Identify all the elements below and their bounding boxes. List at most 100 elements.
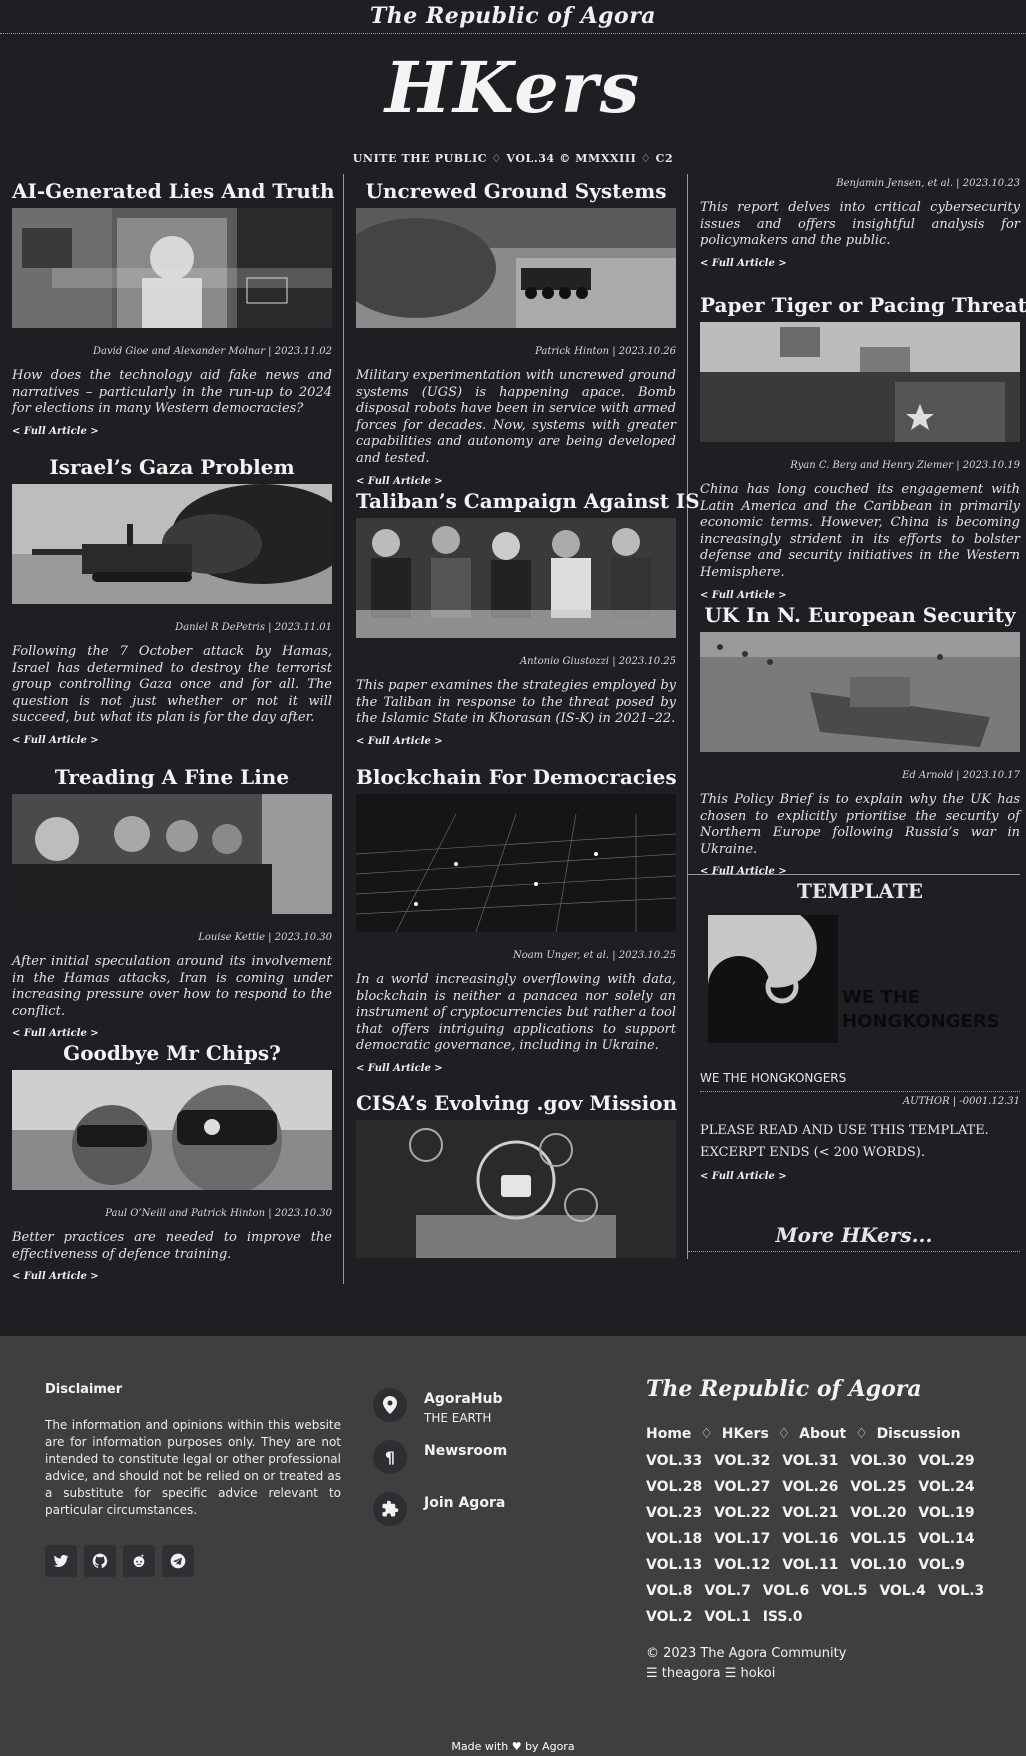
- article-title[interactable]: Uncrewed Ground Systems: [356, 174, 676, 208]
- full-article-link[interactable]: < Full Article >: [700, 258, 787, 269]
- article-image[interactable]: [700, 322, 1020, 442]
- made-with-credit: Made with ♥ by Agora: [451, 1740, 575, 1753]
- nav-separator: ♢: [855, 1426, 868, 1442]
- volume-link[interactable]: ISS.0: [763, 1609, 803, 1625]
- volume-link[interactable]: VOL.5: [821, 1583, 867, 1599]
- article-title[interactable]: Treading A Fine Line: [12, 760, 332, 794]
- volume-link[interactable]: VOL.14: [918, 1531, 974, 1547]
- full-article-link[interactable]: < Full Article >: [700, 866, 787, 877]
- template-title[interactable]: TEMPLATE: [700, 875, 1020, 907]
- nav-hkers-link[interactable]: HKers: [722, 1426, 769, 1442]
- volume-link[interactable]: VOL.30: [850, 1453, 906, 1469]
- volume-link[interactable]: VOL.1: [704, 1609, 750, 1625]
- article-card: Paper Tiger or Pacing Threat? Ryan C. Be…: [700, 288, 1026, 601]
- site-title[interactable]: The Republic of Agora: [370, 3, 656, 29]
- volume-link[interactable]: VOL.8: [646, 1583, 692, 1599]
- footer-links: AgoraHub THE EARTH ¶ Newsroom Join Agora: [373, 1388, 623, 1544]
- volume-link[interactable]: VOL.18: [646, 1531, 702, 1547]
- article-image[interactable]: [12, 1070, 332, 1190]
- more-hkers-link[interactable]: More HKers...: [688, 1218, 1020, 1252]
- twitter-icon[interactable]: [45, 1545, 77, 1577]
- template-card: TEMPLATE WE THE HONGKONGERS WE THE HONGK…: [688, 874, 1020, 1214]
- article-byline: Benjamin Jensen, et al. | 2023.10.23: [836, 178, 1020, 189]
- full-article-link[interactable]: < Full Article >: [700, 1171, 787, 1182]
- volume-link[interactable]: VOL.29: [918, 1453, 974, 1469]
- article-byline: Patrick Hinton | 2023.10.26: [535, 346, 676, 357]
- divider: [700, 1091, 1020, 1092]
- footer: Disclaimer The information and opinions …: [0, 1336, 1026, 1756]
- volume-link[interactable]: VOL.11: [782, 1557, 838, 1573]
- volume-link[interactable]: VOL.6: [763, 1583, 809, 1599]
- article-image[interactable]: [356, 794, 676, 932]
- nav-home-link[interactable]: Home: [646, 1426, 691, 1442]
- volume-link[interactable]: VOL.13: [646, 1557, 702, 1573]
- volume-link[interactable]: VOL.17: [714, 1531, 770, 1547]
- article-title[interactable]: Paper Tiger or Pacing Threat?: [700, 288, 1026, 322]
- template-image[interactable]: WE THE HONGKONGERS: [700, 907, 1020, 1057]
- article-summary: China has long couched its engagement wi…: [700, 482, 1020, 580]
- volume-link[interactable]: VOL.33: [646, 1453, 702, 1469]
- full-article-link[interactable]: < Full Article >: [12, 426, 99, 437]
- agorahub-link[interactable]: AgoraHub THE EARTH: [373, 1388, 623, 1440]
- volume-link[interactable]: VOL.2: [646, 1609, 692, 1625]
- telegram-icon[interactable]: [162, 1545, 194, 1577]
- volume-link[interactable]: VOL.9: [918, 1557, 964, 1573]
- newsroom-link[interactable]: ¶ Newsroom: [373, 1440, 623, 1492]
- article-title[interactable]: UK In N. European Security: [700, 598, 1020, 632]
- article-summary: This report delves into critical cyberse…: [700, 200, 1020, 249]
- volume-link[interactable]: VOL.27: [714, 1479, 770, 1495]
- footer-brand[interactable]: The Republic of Agora: [646, 1376, 986, 1420]
- reddit-icon[interactable]: [123, 1545, 155, 1577]
- article-image[interactable]: [356, 208, 676, 328]
- join-agora-label: Join Agora: [424, 1495, 506, 1511]
- article-image[interactable]: [700, 632, 1020, 752]
- site-logo[interactable]: HKers: [385, 46, 641, 129]
- volume-link[interactable]: VOL.31: [782, 1453, 838, 1469]
- volume-link[interactable]: VOL.19: [918, 1505, 974, 1521]
- article-card: Goodbye Mr Chips? Paul O’Neill and Patri…: [12, 1036, 332, 1283]
- volume-link[interactable]: VOL.21: [782, 1505, 838, 1521]
- volume-link[interactable]: VOL.16: [782, 1531, 838, 1547]
- nav-about-link[interactable]: About: [799, 1426, 846, 1442]
- article-title[interactable]: Israel’s Gaza Problem: [12, 450, 332, 484]
- volume-link[interactable]: VOL.22: [714, 1505, 770, 1521]
- article-summary: Better practices are needed to improve t…: [12, 1230, 332, 1262]
- article-image[interactable]: [12, 794, 332, 914]
- community-links[interactable]: ☰ theagora ☰ hokoi: [646, 1664, 986, 1684]
- volume-link[interactable]: VOL.25: [850, 1479, 906, 1495]
- article-card: CISA’s Evolving .gov Mission: [356, 1086, 677, 1258]
- article-image[interactable]: [356, 1120, 676, 1258]
- article-image[interactable]: [12, 208, 332, 328]
- volume-link[interactable]: VOL.7: [704, 1583, 750, 1599]
- full-article-link[interactable]: < Full Article >: [356, 1063, 443, 1074]
- article-card: Taliban’s Campaign Against IS Antonio Gi…: [356, 484, 700, 760]
- volume-link[interactable]: VOL.10: [850, 1557, 906, 1573]
- full-article-link[interactable]: < Full Article >: [12, 735, 99, 746]
- nav-discussion-link[interactable]: Discussion: [877, 1426, 961, 1442]
- volume-link[interactable]: VOL.12: [714, 1557, 770, 1573]
- github-icon[interactable]: [84, 1545, 116, 1577]
- article-image[interactable]: [356, 518, 676, 638]
- article-title[interactable]: Taliban’s Campaign Against IS: [356, 484, 700, 518]
- volume-link[interactable]: VOL.3: [938, 1583, 984, 1599]
- volume-link[interactable]: VOL.26: [782, 1479, 838, 1495]
- join-agora-link[interactable]: Join Agora: [373, 1492, 623, 1544]
- article-title[interactable]: Blockchain For Democracies: [356, 760, 677, 794]
- masthead: HKers: [0, 34, 1026, 142]
- agorahub-title: AgoraHub: [424, 1391, 503, 1407]
- article-title[interactable]: AI-Generated Lies And Truth: [12, 174, 335, 208]
- volume-link[interactable]: VOL.20: [850, 1505, 906, 1521]
- volume-link[interactable]: VOL.24: [918, 1479, 974, 1495]
- article-title[interactable]: Goodbye Mr Chips?: [12, 1036, 332, 1070]
- article-image[interactable]: [12, 484, 332, 604]
- article-title[interactable]: CISA’s Evolving .gov Mission: [356, 1086, 677, 1120]
- volume-link[interactable]: VOL.32: [714, 1453, 770, 1469]
- volume-link[interactable]: VOL.4: [879, 1583, 925, 1599]
- volume-link[interactable]: VOL.28: [646, 1479, 702, 1495]
- volume-link[interactable]: VOL.23: [646, 1505, 702, 1521]
- full-article-link[interactable]: < Full Article >: [12, 1271, 99, 1282]
- full-article-link[interactable]: < Full Article >: [356, 736, 443, 747]
- article-byline: Daniel R DePetris | 2023.11.01: [175, 622, 332, 633]
- volume-link[interactable]: VOL.15: [850, 1531, 906, 1547]
- column-divider: [343, 174, 344, 1284]
